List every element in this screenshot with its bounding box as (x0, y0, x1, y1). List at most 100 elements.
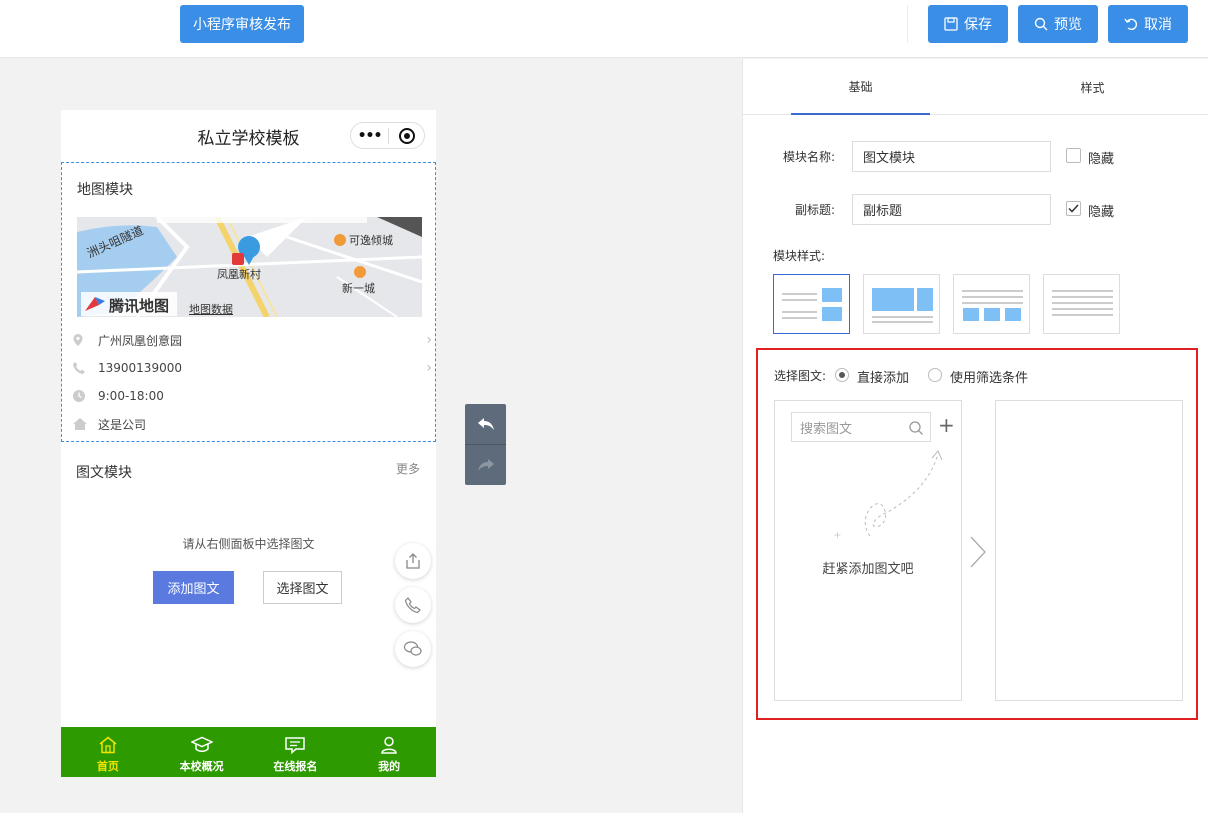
more-link[interactable]: 更多 (396, 460, 420, 477)
phone-icon (72, 361, 98, 375)
miniprogram-capsule[interactable]: ••• (350, 122, 425, 149)
preview-label: 预览 (1054, 17, 1082, 33)
direct-add-label: 直接添加 (857, 371, 910, 386)
undo-button[interactable] (465, 404, 506, 444)
tab-home-label: 首页 (96, 760, 119, 773)
close-target-icon[interactable] (389, 127, 424, 145)
style-option-list-right-image[interactable] (773, 274, 850, 334)
publish-review-button[interactable]: 小程序审核发布 (180, 5, 304, 43)
subtitle-input[interactable]: 副标题 (852, 194, 1051, 225)
undo-icon (1124, 18, 1137, 30)
map-label-fenghuang: 凤凰新村 (217, 268, 261, 281)
hours-text: 9:00-18:00 (98, 389, 164, 403)
module-style-label: 模块样式: (773, 249, 826, 263)
address-row[interactable]: 广州凤凰创意园 › (72, 329, 432, 351)
clock-icon (72, 389, 98, 403)
chevron-right-icon (970, 536, 986, 568)
hide-name-checkbox[interactable] (1066, 148, 1081, 163)
address-text: 广州凤凰创意园 (98, 333, 183, 348)
map-label-keyi: 可逸倾城 (349, 234, 393, 247)
save-label: 保存 (964, 17, 992, 33)
tuwen-selected-list (995, 400, 1183, 701)
cancel-label: 取消 (1144, 17, 1172, 33)
company-row: 这是公司 (72, 413, 432, 435)
add-icon[interactable]: + (938, 413, 955, 437)
tab-school-overview-label: 本校概况 (179, 760, 224, 773)
share-icon (406, 553, 420, 569)
module-name-input[interactable]: 图文模块 (852, 141, 1051, 172)
style-option-three-images[interactable] (953, 274, 1030, 334)
map-data-link[interactable]: 地图数据 (189, 301, 233, 317)
phone-text: 13900139000 (98, 361, 182, 375)
chevron-right-icon: › (426, 360, 432, 376)
tab-mine[interactable]: 我的 (342, 727, 436, 777)
phone-header: 私立学校模板 ••• (61, 110, 436, 162)
tuwen-hint: 请从右侧面板中选择图文 (182, 537, 315, 551)
radio-selected-dot (839, 372, 845, 378)
top-toolbar: 小程序审核发布 保存 预览 取消 (0, 0, 1208, 58)
share-button[interactable] (395, 543, 431, 579)
search-icon[interactable] (908, 420, 924, 436)
checkmark-icon (1068, 204, 1079, 213)
bottom-tabbar: 首页 本校概况 在线报名 我的 (61, 727, 436, 777)
tab-online-signup-label: 在线报名 (273, 760, 318, 773)
wechat-button[interactable] (395, 631, 431, 667)
style-option-text-only[interactable] (1043, 274, 1120, 334)
hide-subtitle-checkbox[interactable] (1066, 201, 1081, 216)
home-icon (99, 736, 117, 754)
chevron-right-icon: › (426, 332, 432, 348)
add-tuwen-button[interactable]: 添加图文 (153, 571, 234, 604)
undo-arrow-icon (477, 418, 494, 430)
map-module-title: 地图模块 (77, 182, 133, 198)
tab-school-overview[interactable]: 本校概况 (155, 727, 249, 777)
phone-preview: 私立学校模板 ••• 地图模块 洲头咀隧道 可逸倾城 凤凰新村 新一城 腾讯地图… (61, 110, 436, 777)
tab-style[interactable]: 样式 (1023, 59, 1162, 115)
tab-basic[interactable]: 基础 (791, 59, 930, 115)
select-tuwen-button[interactable]: 选择图文 (263, 571, 342, 604)
module-name-label: 模块名称: (783, 150, 836, 164)
undo-redo-panel (465, 404, 506, 485)
wechat-icon (403, 641, 422, 656)
hide-name-label: 隐藏 (1088, 152, 1115, 167)
tuwen-module-title: 图文模块 (76, 465, 132, 481)
home-icon (72, 417, 98, 431)
hours-row: 9:00-18:00 (72, 385, 432, 407)
tab-online-signup[interactable]: 在线报名 (249, 727, 343, 777)
tuwen-search-input[interactable]: 搜索图文 (791, 412, 931, 442)
graduation-cap-icon (190, 736, 213, 752)
panel-tabs: 基础 样式 (743, 59, 1208, 115)
search-icon (1034, 17, 1048, 31)
publish-label: 小程序审核发布 (193, 17, 291, 33)
search-placeholder: 搜索图文 (800, 421, 853, 437)
call-button[interactable] (395, 587, 431, 623)
select-tuwen-section: 选择图文: 直接添加 使用筛选条件 搜索图文 + + 赶紧添加图文吧 (756, 348, 1198, 720)
settings-panel: 基础 样式 模块名称: 图文模块 隐藏 副标题: 副标题 隐藏 模块样式: 选择… (742, 59, 1208, 813)
hide-subtitle-label: 隐藏 (1088, 205, 1115, 220)
user-icon (381, 736, 397, 754)
cancel-button[interactable]: 取消 (1108, 5, 1188, 43)
phone-row[interactable]: 13900139000 › (72, 357, 432, 379)
save-icon (944, 17, 958, 31)
more-icon[interactable]: ••• (351, 128, 388, 144)
tencent-map-logo: 腾讯地图 (109, 297, 170, 315)
tab-mine-label: 我的 (378, 760, 401, 773)
radio-filter-conditions[interactable] (928, 368, 942, 382)
select-tuwen-label: 选择图文: (774, 369, 827, 383)
empty-state-text: 赶紧添加图文吧 (822, 562, 914, 577)
preview-button[interactable]: 预览 (1018, 5, 1098, 43)
redo-button[interactable] (465, 445, 506, 485)
map-image[interactable]: 洲头咀隧道 可逸倾城 凤凰新村 新一城 腾讯地图 地图数据 (77, 217, 422, 317)
map-label-xinyicheng: 新一城 (342, 282, 375, 295)
subtitle-label: 副标题: (795, 203, 836, 217)
save-button[interactable]: 保存 (928, 5, 1008, 43)
filter-conditions-label: 使用筛选条件 (950, 371, 1029, 386)
tab-home[interactable]: 首页 (61, 727, 155, 777)
radio-direct-add[interactable] (835, 368, 849, 382)
map-module[interactable]: 地图模块 洲头咀隧道 可逸倾城 凤凰新村 新一城 腾讯地图 地图数据 广州凤凰创… (61, 162, 436, 442)
phone-icon (404, 597, 421, 614)
redo-arrow-icon (477, 459, 494, 471)
style-option-large-image[interactable] (863, 274, 940, 334)
svg-text:+: + (834, 528, 841, 542)
tuwen-source-list: 搜索图文 + + 赶紧添加图文吧 (774, 400, 962, 701)
empty-arrow-illustration: + (834, 450, 943, 542)
